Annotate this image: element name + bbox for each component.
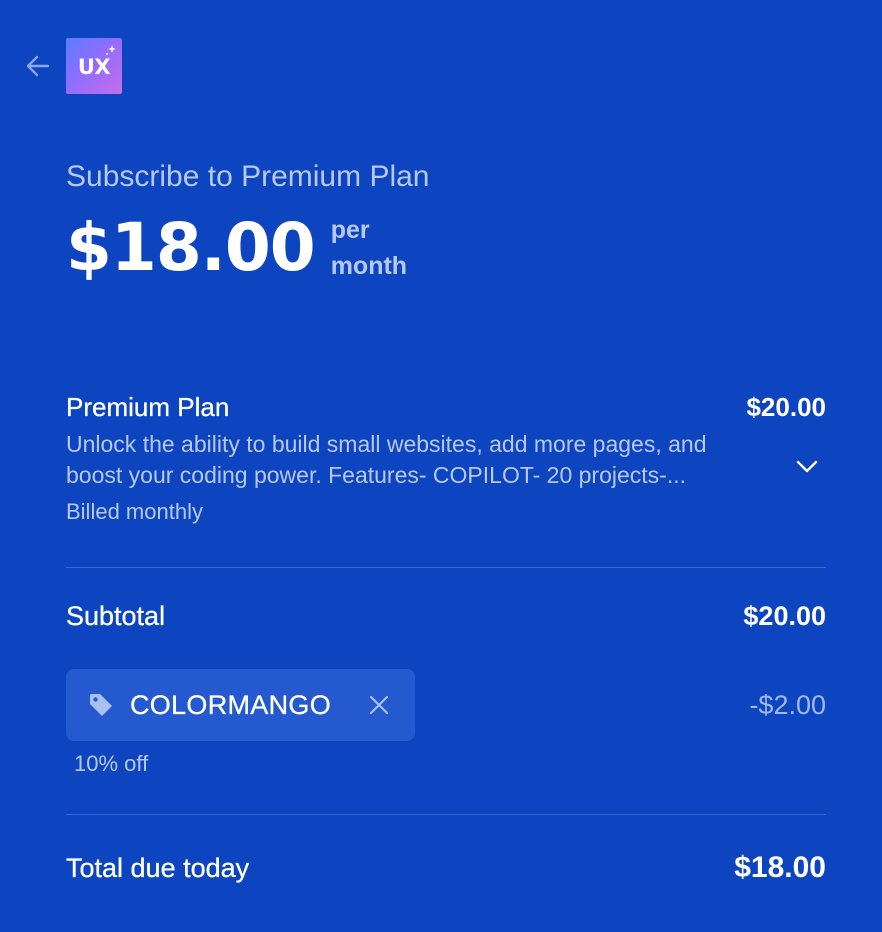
close-icon[interactable] [367,693,391,717]
total-value: $18.00 [734,851,826,884]
app-logo: UX [66,38,122,94]
line-item-description: Unlock the ability to build small websit… [66,431,707,488]
subtotal-value: $20.00 [743,601,826,631]
line-item-header: Premium Plan $20.00 [66,392,826,423]
chevron-down-icon[interactable] [794,457,820,477]
tag-icon [90,694,112,716]
discount-note: 10% off [74,751,149,776]
sparkle-icon [106,45,116,55]
total-row: Total due today $18.00 [66,851,826,885]
billing-cycle: Billed monthly [66,499,203,524]
discount-amount: -$2.00 [749,690,826,720]
price-summary: $18.00 per month [66,208,431,288]
promo-code: COLORMANGO [130,689,332,720]
line-item-description-wrap: Unlock the ability to build small websit… [66,429,826,491]
logo-text: UX [77,54,111,79]
arrow-left-icon[interactable] [24,52,52,80]
subtotal-row: Subtotal $20.00 [66,601,826,632]
price-amount: $18.00 [66,209,316,286]
total-label: Total due today [66,853,250,883]
promo-code-chip[interactable]: COLORMANGO [66,669,415,741]
divider [66,814,826,815]
checkout-title: Subscribe to Premium Plan [66,160,430,193]
line-item-name: Premium Plan [66,392,230,422]
line-item-price: $20.00 [746,392,826,422]
divider [66,567,826,568]
line-item: Premium Plan $20.00 Unlock the ability t… [66,392,826,525]
price-period: per month [330,216,408,280]
subtotal-label: Subtotal [66,601,166,631]
